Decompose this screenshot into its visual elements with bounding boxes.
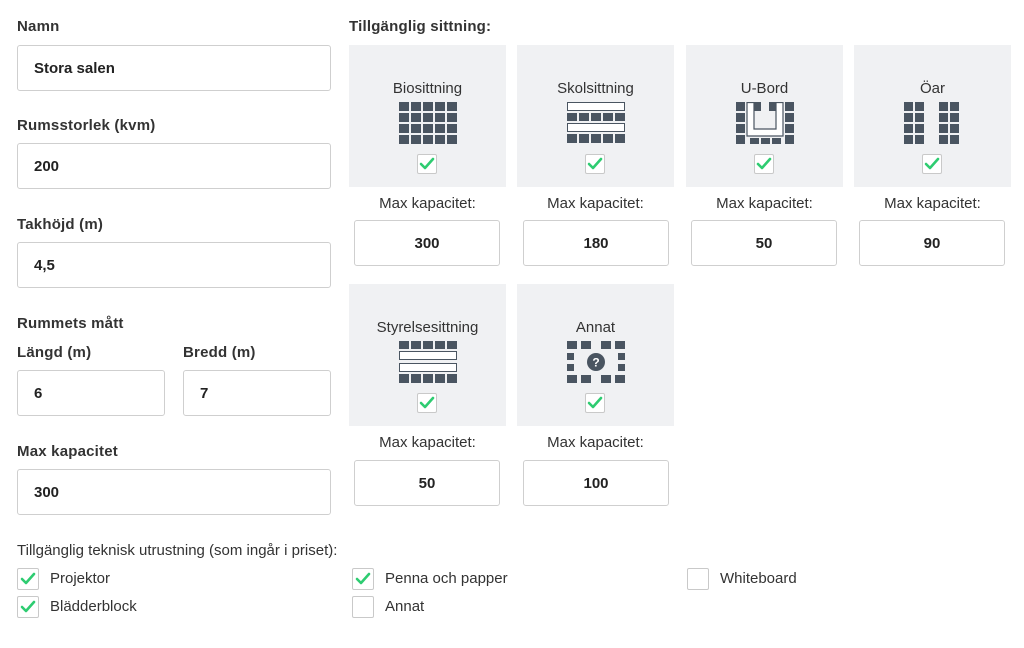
width-input[interactable] [183, 370, 331, 416]
capacity-label: Max kapacitet: [884, 195, 981, 212]
capacity-label: Max kapacitet: [379, 195, 476, 212]
seating-card-biosittning[interactable]: Biosittning [349, 45, 506, 187]
equipment-label: Projektor [50, 570, 111, 587]
seating-checkbox[interactable] [585, 154, 605, 174]
seating-checkbox[interactable] [417, 393, 437, 413]
length-label: Längd (m) [17, 344, 92, 361]
other-seating-icon: ? [566, 341, 625, 388]
capacity-input-styrelsesittning[interactable] [354, 460, 500, 506]
capacity-input-u-bord[interactable] [691, 220, 837, 266]
capacity-label: Max kapacitet: [547, 434, 644, 451]
name-label: Namn [17, 18, 60, 35]
capacity-input-oar[interactable] [859, 220, 1005, 266]
seating-card-annat[interactable]: Annat ? [517, 284, 674, 426]
seating-card-title: Styrelsesittning [376, 319, 479, 336]
length-input[interactable] [17, 370, 165, 416]
seating-card-title: Annat [575, 319, 616, 336]
width-label: Bredd (m) [183, 344, 256, 361]
u-table-icon [735, 101, 794, 149]
seating-card-oar[interactable]: Öar [854, 45, 1011, 187]
equipment-label: Whiteboard [720, 570, 797, 587]
seating-card-styrelsesittning[interactable]: Styrelsesittning [349, 284, 506, 426]
check-icon [756, 157, 772, 170]
equipment-label: Annat [385, 598, 425, 615]
capacity-label: Max kapacitet: [547, 195, 644, 212]
check-icon [587, 157, 603, 170]
check-icon [355, 572, 371, 585]
check-icon [419, 157, 435, 170]
equipment-checkbox-penna[interactable] [352, 568, 374, 590]
size-label: Rumsstorlek (kvm) [17, 117, 156, 134]
capacity-input-biosittning[interactable] [354, 220, 500, 266]
seating-card-skolsittning[interactable]: Skolsittning [517, 45, 674, 187]
seating-card-u-bord[interactable]: U-Bord [686, 45, 843, 187]
equipment-checkbox-annat[interactable] [352, 596, 374, 618]
size-input[interactable] [17, 143, 331, 189]
check-icon [20, 600, 36, 613]
equipment-checkbox-whiteboard[interactable] [687, 568, 709, 590]
equipment-checkbox-bladderblock[interactable] [17, 596, 39, 618]
height-input[interactable] [17, 242, 331, 288]
seating-checkbox[interactable] [585, 393, 605, 413]
seating-card-title: U-Bord [740, 80, 789, 97]
capacity-input[interactable] [17, 469, 331, 515]
check-icon [587, 396, 603, 409]
capacity-input-skolsittning[interactable] [523, 220, 669, 266]
check-icon [20, 572, 36, 585]
capacity-label: Max kapacitet: [379, 434, 476, 451]
height-label: Takhöjd (m) [17, 216, 104, 233]
equipment-label: Penna och papper [385, 570, 508, 587]
seating-checkbox[interactable] [754, 154, 774, 174]
svg-text:?: ? [592, 356, 599, 370]
seating-card-title: Skolsittning [557, 80, 634, 97]
check-icon [419, 396, 435, 409]
capacity-input-annat[interactable] [523, 460, 669, 506]
name-input[interactable] [17, 45, 331, 91]
theater-seating-icon [398, 102, 457, 149]
seating-card-title: Öar [919, 80, 945, 97]
seating-checkbox[interactable] [922, 154, 942, 174]
equipment-label: Blädderblock [50, 598, 137, 615]
classroom-seating-icon [566, 102, 625, 149]
equipment-title: Tillgänglig teknisk utrustning (som ingå… [17, 542, 338, 559]
equipment-checkbox-projektor[interactable] [17, 568, 39, 590]
check-icon [924, 157, 940, 170]
dims-label: Rummets mått [17, 315, 124, 332]
islands-icon [903, 102, 962, 149]
boardroom-icon [398, 341, 457, 388]
seating-checkbox[interactable] [417, 154, 437, 174]
seating-title: Tillgänglig sittning: [349, 18, 492, 35]
capacity-label: Max kapacitet: [716, 195, 813, 212]
capacity-label: Max kapacitet [17, 443, 118, 460]
seating-card-title: Biosittning [392, 80, 463, 97]
